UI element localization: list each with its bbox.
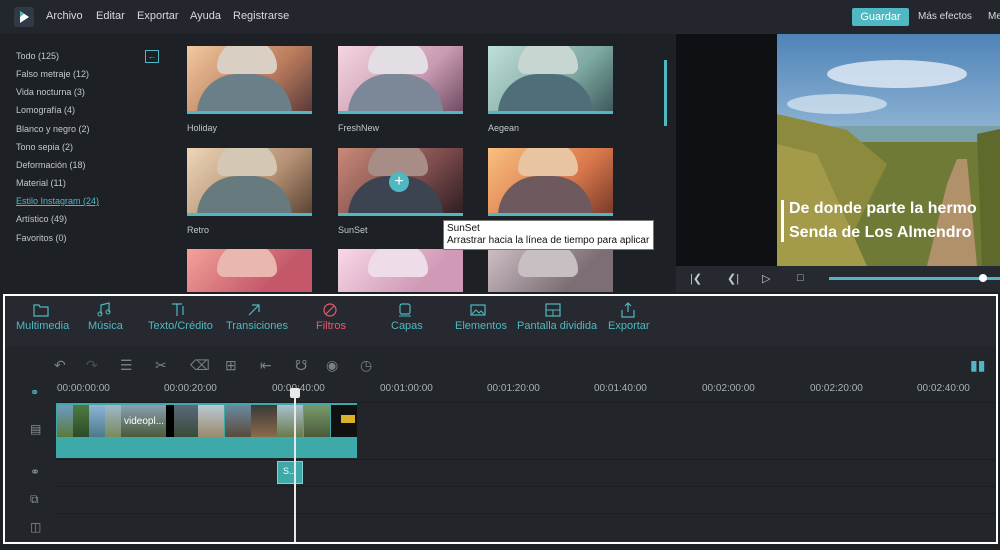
tool-filtros[interactable]: Filtros [316,320,346,332]
filter-icon[interactable] [322,302,338,318]
tool-pantalla-dividida[interactable]: Pantalla dividida [517,320,597,332]
filter-thumbnail-retro[interactable] [187,148,312,216]
category-item[interactable]: Tono sepia (2) [16,142,73,152]
category-item[interactable]: Falso metraje (12) [16,69,89,79]
filter-label: Holiday [187,123,218,133]
split-icon[interactable]: ⇤ [260,357,272,374]
audio-track-icon: ◫ [30,520,42,534]
playback-progress[interactable] [829,277,1000,280]
filter-label: SunSet [338,225,368,235]
overlay-track-icon: ⧉ [30,492,39,506]
audio-wave-icon[interactable]: ▮▮ [970,357,985,374]
play-icon[interactable]: ▷ [762,272,770,285]
export-icon[interactable] [620,302,636,318]
category-item[interactable]: Deformación (18) [16,160,86,170]
filter-tooltip: SunSet Arrastrar hacia la línea de tiemp… [443,220,654,250]
tool-musica[interactable]: Música [88,320,123,332]
playhead-handle[interactable] [290,388,300,398]
menu-ayuda[interactable]: Ayuda [190,10,221,22]
collapse-panel-button[interactable]: ← [145,50,159,63]
filter-label: Aegean [488,123,520,133]
effect-track-icon: ⚭ [30,465,41,479]
skip-back-icon[interactable]: |❮ [690,272,702,285]
menu-exportar[interactable]: Exportar [137,10,179,22]
menu-archivo[interactable]: Archivo [46,10,83,22]
filter-thumbnail-aegean[interactable] [488,46,613,114]
layers-icon[interactable] [397,302,413,318]
audio-track[interactable] [5,513,996,541]
ruler-tick: 00:02:40:00 [917,383,970,394]
filter-thumbnail[interactable] [187,249,312,292]
filter-thumbnail-freshnew[interactable] [338,46,463,114]
ruler-tick: 00:02:00:00 [702,383,755,394]
video-track-icon: ▤ [30,422,42,436]
category-item[interactable]: Favoritos (0) [16,233,67,243]
overlay-track[interactable] [5,486,996,513]
tool-transiciones[interactable]: Transiciones [226,320,288,332]
crop-icon[interactable]: ⊞ [225,357,237,374]
timeline-toolbar [5,346,996,382]
category-item[interactable]: Todo (125) [16,51,59,61]
filter-thumbnail[interactable] [488,249,613,292]
video-clip-name: videopl... [124,416,165,427]
app-logo-icon [14,7,34,27]
tool-multimedia[interactable]: Multimedia [16,320,69,332]
cut-icon[interactable]: ✂ [155,357,167,374]
music-icon[interactable] [96,302,112,318]
effect-track[interactable] [5,459,996,486]
ruler-tick: 00:01:40:00 [594,383,647,394]
filter-label: FreshNew [338,123,380,133]
undo-icon[interactable]: ↶ [54,357,66,374]
tool-elementos[interactable]: Elementos [455,320,507,332]
menu-registrarse[interactable]: Registrarse [233,10,289,22]
color-icon[interactable]: ◉ [326,357,338,374]
category-item-active[interactable]: Estilo Instagram (24) [16,196,99,206]
filter-label: Retro [187,225,210,235]
filter-thumbnail[interactable] [488,148,613,216]
caption-bar [781,200,784,242]
redo-icon[interactable]: ↷ [86,357,98,374]
category-item[interactable]: Artístico (49) [16,214,67,224]
folder-icon[interactable] [33,302,49,318]
elements-icon[interactable] [470,302,486,318]
filter-thumbnail-holiday[interactable] [187,46,312,114]
menu-cut-text[interactable]: Me [988,11,1000,22]
filter-thumbnail[interactable] [338,249,463,292]
ruler-tick: 00:01:00:00 [380,383,433,394]
preview-caption-line2: Senda de Los Almendro [789,224,972,241]
clock-icon[interactable]: ◷ [360,357,372,374]
ruler-tick: 00:01:20:00 [487,383,540,394]
video-clip[interactable] [56,403,357,458]
tooltip-title: SunSet [447,223,480,234]
more-effects-link[interactable]: Más efectos [918,11,972,22]
delete-icon[interactable]: ⌫ [190,357,210,374]
link-icon[interactable]: ⚭ [30,386,39,399]
transition-icon[interactable] [246,302,262,318]
text-icon[interactable] [170,302,186,318]
menu-bar: Archivo Editar Exportar Ayuda Registrars… [0,0,1000,34]
ruler-tick: 00:02:20:00 [810,383,863,394]
ruler-tick: 00:00:00:00 [57,383,110,394]
menu-editar[interactable]: Editar [96,10,125,22]
ruler-tick: 00:00:20:00 [164,383,217,394]
add-filter-button[interactable]: + [389,172,409,192]
category-item[interactable]: Vida nocturna (3) [16,87,85,97]
tool-texto-credito[interactable]: Texto/Crédito [148,320,213,332]
preview-caption-line1: De donde parte la hermo [789,200,977,217]
split-screen-icon[interactable] [545,302,561,318]
save-button[interactable]: Guardar [852,8,909,26]
playback-progress-knob[interactable] [979,274,987,282]
tooltip-text: Arrastrar hacia la línea de tiempo para … [447,235,650,246]
category-item[interactable]: Material (11) [16,178,66,188]
playhead[interactable] [294,392,296,542]
tool-capas[interactable]: Capas [391,320,423,332]
pin-icon[interactable]: ☋ [295,357,307,374]
category-item[interactable]: Blanco y negro (2) [16,124,90,134]
category-item[interactable]: Lomografía (4) [16,105,75,115]
grid-scrollbar[interactable] [664,60,667,126]
tool-exportar[interactable]: Exportar [608,320,650,332]
adjust-icon[interactable]: ☰ [120,357,133,374]
step-back-icon[interactable]: ❮| [727,272,739,285]
stop-icon[interactable]: □ [797,272,804,284]
